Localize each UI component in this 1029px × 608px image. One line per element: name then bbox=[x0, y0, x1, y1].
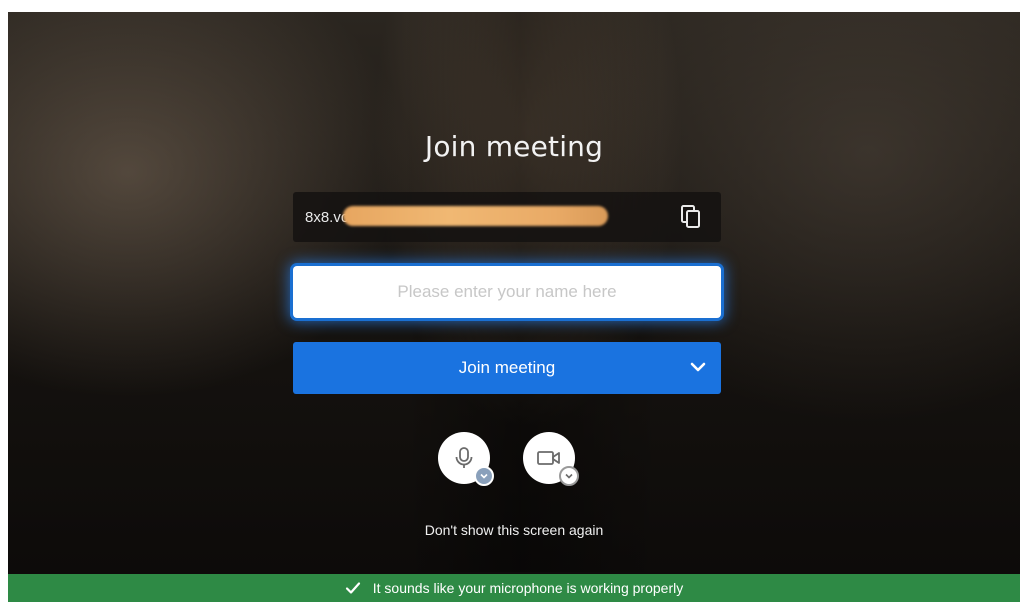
url-redaction bbox=[343, 206, 608, 226]
dont-show-again-link[interactable]: Don't show this screen again bbox=[8, 522, 1020, 538]
chevron-down-icon[interactable] bbox=[689, 358, 707, 376]
name-input-container bbox=[293, 265, 721, 319]
microphone-toggle-button[interactable] bbox=[438, 432, 494, 486]
microphone-options-button[interactable] bbox=[474, 466, 494, 486]
name-input[interactable] bbox=[293, 265, 721, 319]
chevron-down-icon bbox=[480, 473, 488, 479]
join-meeting-button[interactable]: Join meeting bbox=[293, 342, 721, 394]
meeting-url-text: 8x8.vc bbox=[305, 208, 349, 226]
join-meeting-label: Join meeting bbox=[458, 358, 556, 377]
camera-toggle-button[interactable] bbox=[523, 432, 579, 486]
copy-icon bbox=[681, 205, 700, 228]
microphone-icon bbox=[455, 447, 473, 468]
mic-status-message: It sounds like your microphone is workin… bbox=[372, 580, 684, 596]
page-title: Join meeting bbox=[424, 130, 604, 163]
prejoin-screen: Join meeting 8x8.vc Join meeting bbox=[8, 12, 1020, 602]
chevron-down-icon bbox=[565, 473, 573, 479]
mic-status-bar: It sounds like your microphone is workin… bbox=[8, 574, 1020, 602]
meeting-url-bar: 8x8.vc bbox=[293, 192, 721, 242]
copy-url-button[interactable] bbox=[679, 204, 703, 230]
camera-icon bbox=[537, 451, 560, 465]
camera-options-button[interactable] bbox=[559, 466, 579, 486]
check-icon bbox=[345, 582, 360, 594]
